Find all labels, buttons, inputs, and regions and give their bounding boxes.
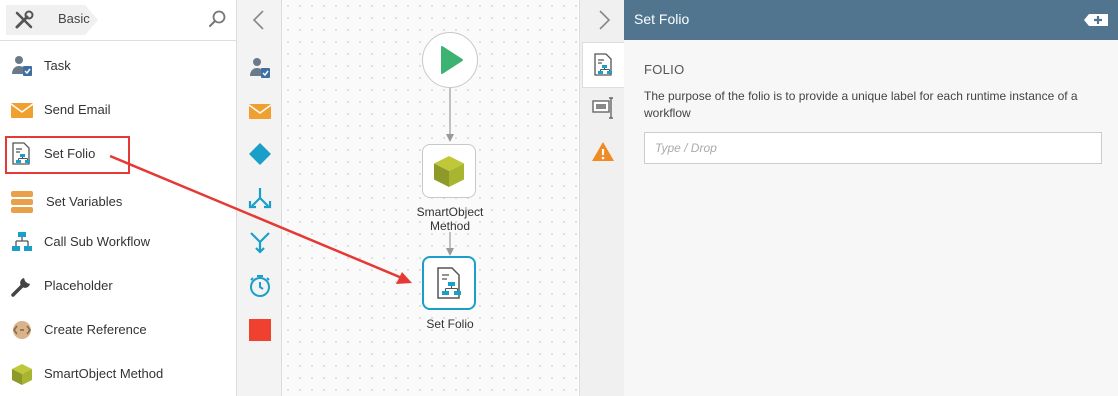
set-variables-icon <box>11 191 33 213</box>
toolbox-item-set-variables[interactable]: Set Variables <box>0 182 236 222</box>
email-icon <box>10 103 34 118</box>
toolbox-item-call-sub-workflow[interactable]: Call Sub Workflow <box>0 222 236 262</box>
node-label: Set Folio <box>426 317 474 331</box>
sub-workflow-icon <box>12 232 32 251</box>
email-icon[interactable] <box>248 99 272 123</box>
highlight-box <box>5 136 130 174</box>
smartobject-method-node[interactable] <box>422 144 476 198</box>
start-node[interactable] <box>422 32 478 88</box>
toolbox-item-task[interactable]: Task <box>0 46 236 86</box>
panel-header <box>624 0 1118 40</box>
split-icon[interactable] <box>248 186 272 210</box>
category-label: Basic <box>58 11 90 26</box>
decision-icon[interactable] <box>248 142 272 166</box>
set-folio-icon <box>437 267 461 299</box>
task-icon[interactable] <box>248 56 272 80</box>
panel-title: Set Folio <box>634 11 690 27</box>
start-icon <box>441 46 463 74</box>
task-icon <box>12 56 32 76</box>
folio-description: The purpose of the folio is to provide a… <box>644 89 1078 120</box>
search-icon[interactable] <box>208 9 228 29</box>
toolbox-item-label: SmartObject Method <box>44 366 164 381</box>
merge-icon[interactable] <box>248 230 272 254</box>
tab-properties-icon[interactable] <box>591 96 615 120</box>
tools-icon <box>15 10 34 29</box>
timer-icon[interactable] <box>248 274 272 298</box>
toolbox-item-label: Placeholder <box>44 278 113 293</box>
panel-options-button[interactable] <box>1080 8 1112 32</box>
toolbox-item-label: Create Reference <box>44 322 147 337</box>
toolbox-item-label: Task <box>44 58 71 73</box>
toolbox-item-placeholder[interactable]: Placeholder <box>0 266 236 306</box>
smartobject-icon <box>12 364 32 385</box>
smartobject-icon <box>434 156 464 187</box>
toolbox-item-smartobject-method[interactable]: SmartObject Method <box>0 354 236 394</box>
toolbox-item-label: Set Variables <box>46 194 123 209</box>
toolbox-item-label: Send Email <box>44 102 111 117</box>
create-reference-icon <box>13 321 31 339</box>
toolbox-item-send-email[interactable]: Send Email <box>0 90 236 130</box>
end-icon[interactable] <box>248 318 272 342</box>
folio-input[interactable] <box>644 132 1102 164</box>
set-folio-node[interactable] <box>422 256 476 310</box>
tab-folio[interactable] <box>582 42 625 88</box>
folio-section-label: FOLIO <box>644 62 685 77</box>
set-folio-icon <box>594 53 612 76</box>
toolbox-item-label: Call Sub Workflow <box>44 234 150 249</box>
plus-icon <box>1084 14 1108 26</box>
chevron-left-icon[interactable] <box>249 8 269 32</box>
wrench-icon <box>11 278 30 297</box>
toolbox-item-create-reference[interactable]: Create Reference <box>0 310 236 350</box>
chevron-right-icon[interactable] <box>594 8 614 32</box>
warning-icon[interactable] <box>591 140 615 164</box>
node-label: SmartObject Method <box>416 205 484 233</box>
property-panel <box>624 0 1118 396</box>
